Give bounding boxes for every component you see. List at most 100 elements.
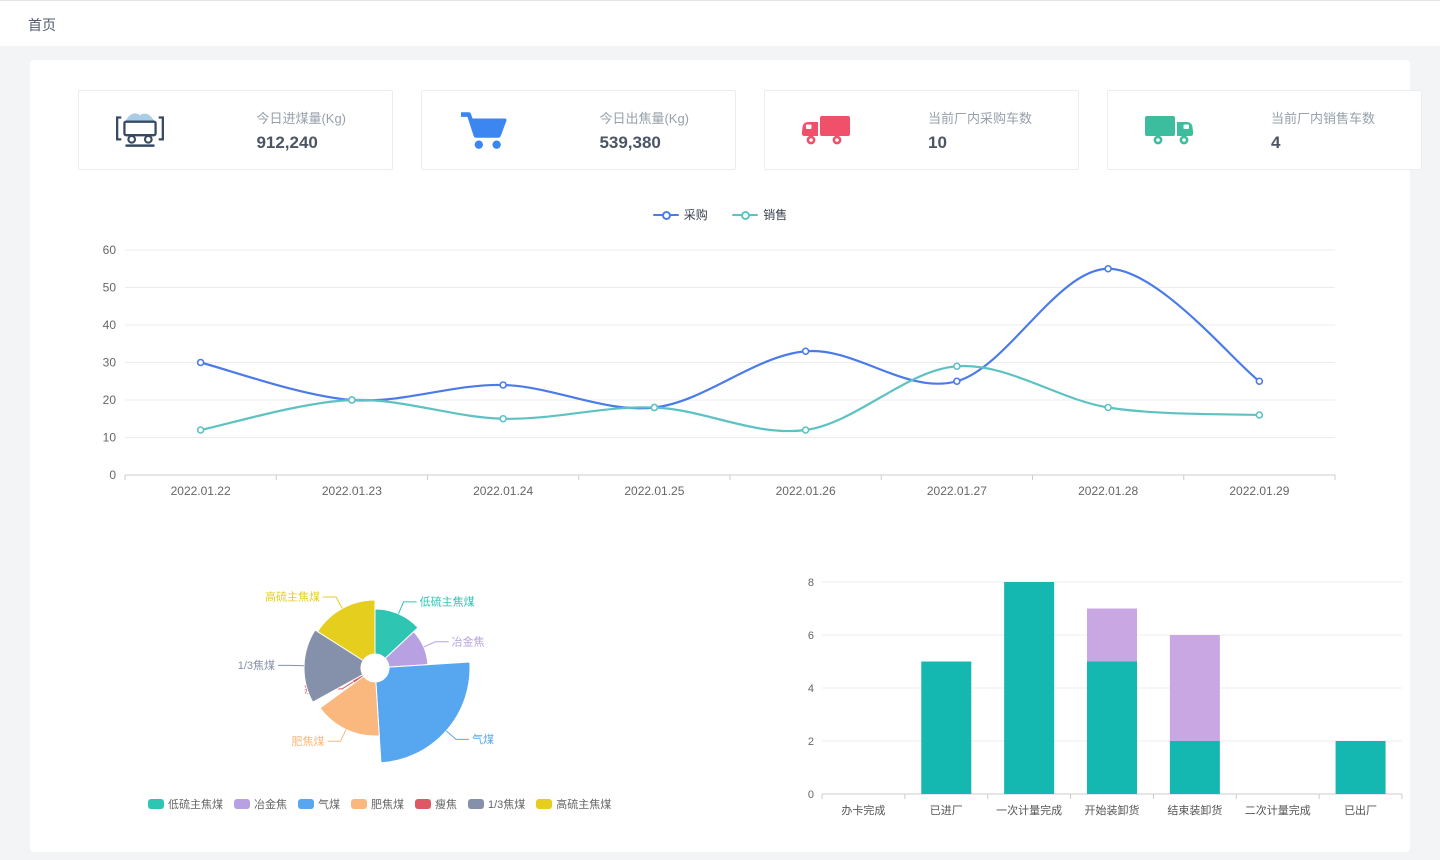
stat-card-label: 今日进煤量(Kg) — [256, 108, 346, 127]
svg-text:20: 20 — [103, 393, 117, 407]
truck-left-icon — [799, 108, 853, 152]
mine-cart-icon — [113, 108, 167, 152]
stat-cards-row: 今日进煤量(Kg) 912,240 今日出焦量(Kg) 539,380 — [78, 90, 1422, 170]
svg-text:2022.01.26: 2022.01.26 — [776, 484, 836, 498]
bar-segment — [1087, 662, 1137, 795]
pie-legend-item[interactable]: 冶金焦 — [234, 796, 287, 812]
stat-card-value: 539,380 — [599, 133, 689, 153]
svg-text:2022.01.29: 2022.01.29 — [1229, 484, 1289, 498]
line-chart-legend: 采购 销售 — [30, 206, 1410, 224]
bar-segment — [921, 662, 971, 795]
line-series-marker-icon — [653, 209, 679, 221]
line-point — [500, 382, 506, 388]
line-point — [500, 416, 506, 422]
pie-legend-item[interactable]: 低硫主焦煤 — [148, 796, 223, 812]
legend-swatch — [351, 799, 367, 809]
legend-label: 气煤 — [318, 796, 340, 812]
pie-legend-item[interactable]: 肥焦煤 — [351, 796, 404, 812]
bar-segment — [1004, 582, 1054, 794]
pie-label: 1/3焦煤 — [238, 659, 275, 672]
pie-label-line — [424, 642, 449, 647]
legend-item-purchase[interactable]: 采购 — [653, 206, 708, 223]
pie-legend: 低硫主焦煤冶金焦 气煤 肥焦煤 瘦焦 1/3焦煤高硫主焦煤 — [148, 796, 708, 818]
legend-label: 采购 — [684, 206, 708, 223]
svg-text:30: 30 — [103, 356, 117, 370]
svg-text:2022.01.24: 2022.01.24 — [473, 484, 533, 498]
svg-text:已进厂: 已进厂 — [930, 804, 963, 817]
pie-label: 气煤 — [472, 732, 494, 746]
stat-card-text: 今日出焦量(Kg) 539,380 — [599, 108, 689, 153]
legend-label: 肥焦煤 — [371, 796, 404, 812]
pie-slice — [376, 662, 470, 763]
svg-text:2022.01.22: 2022.01.22 — [171, 484, 231, 498]
line-point — [1105, 405, 1111, 411]
svg-text:50: 50 — [103, 281, 117, 295]
legend-swatch — [468, 799, 484, 809]
bar-segment — [1170, 635, 1220, 741]
coal-type-rose-chart: 低硫主焦煤冶金焦气煤肥焦煤瘦焦1/3焦煤高硫主焦煤 — [120, 555, 640, 790]
svg-text:已出厂: 已出厂 — [1344, 803, 1377, 817]
legend-label: 1/3焦煤 — [488, 796, 525, 812]
line-point — [1105, 266, 1111, 272]
stat-card-label: 今日出焦量(Kg) — [599, 108, 689, 127]
bar-segment — [1087, 609, 1137, 662]
pie-legend-item[interactable]: 瘦焦 — [415, 796, 457, 812]
bar-segment — [1336, 741, 1386, 794]
line-point — [1256, 378, 1262, 384]
pie-legend-item[interactable]: 高硫主焦煤 — [536, 796, 611, 812]
legend-item-sales[interactable]: 销售 — [732, 206, 787, 223]
pie-label: 肥焦煤 — [292, 735, 325, 748]
svg-text:60: 60 — [103, 243, 117, 257]
pie-label-line — [328, 730, 347, 742]
legend-label: 销售 — [763, 206, 787, 223]
stat-card-sales-trucks: 当前厂内销售车数 4 — [1107, 90, 1422, 170]
stat-card-coke-out: 今日出焦量(Kg) 539,380 — [421, 90, 736, 170]
stat-card-coal-in: 今日进煤量(Kg) 912,240 — [78, 90, 393, 170]
stat-card-label: 当前厂内采购车数 — [928, 108, 1032, 127]
svg-text:二次计量完成: 二次计量完成 — [1245, 803, 1311, 817]
svg-text:0: 0 — [808, 789, 814, 801]
legend-swatch — [415, 799, 431, 809]
pie-label-line — [398, 602, 416, 614]
pie-label-line — [446, 731, 469, 740]
stat-card-label: 当前厂内销售车数 — [1271, 108, 1375, 127]
breadcrumb-home[interactable]: 首页 — [28, 15, 56, 35]
bar-segment — [1170, 741, 1220, 794]
legend-swatch — [148, 799, 164, 809]
stat-card-text: 今日进煤量(Kg) 912,240 — [256, 108, 346, 153]
line-point — [198, 427, 204, 433]
line-point — [803, 348, 809, 354]
shopping-cart-icon — [456, 108, 510, 152]
pie-legend-item[interactable]: 1/3焦煤 — [468, 796, 525, 812]
legend-label: 低硫主焦煤 — [168, 796, 223, 812]
stat-card-value: 4 — [1271, 133, 1375, 153]
line-series-marker-icon — [732, 209, 758, 221]
svg-text:6: 6 — [808, 630, 814, 642]
legend-swatch — [536, 799, 552, 809]
vehicle-status-bar-chart: 02468办卡完成已进厂一次计量完成开始装卸货结束装卸货二次计量完成已出厂 — [790, 560, 1410, 818]
line-point — [803, 427, 809, 433]
pie-label: 低硫主焦煤 — [420, 594, 475, 608]
svg-text:2022.01.23: 2022.01.23 — [322, 484, 382, 498]
stat-card-value: 10 — [928, 133, 1032, 153]
legend-swatch — [298, 799, 314, 809]
line-point — [954, 378, 960, 384]
stat-card-value: 912,240 — [256, 133, 346, 153]
svg-text:一次计量完成: 一次计量完成 — [996, 803, 1062, 817]
pie-label-line — [323, 597, 342, 608]
line-series-0 — [201, 269, 1260, 409]
svg-text:开始装卸货: 开始装卸货 — [1085, 803, 1140, 817]
line-point — [651, 405, 657, 411]
svg-text:办卡完成: 办卡完成 — [841, 803, 885, 817]
pie-legend-item[interactable]: 气煤 — [298, 796, 340, 812]
truck-right-icon — [1142, 108, 1196, 152]
line-point — [954, 363, 960, 369]
line-point — [1256, 412, 1262, 418]
legend-label: 瘦焦 — [435, 796, 457, 812]
stat-card-purchase-trucks: 当前厂内采购车数 10 — [764, 90, 1079, 170]
stat-card-text: 当前厂内销售车数 4 — [1271, 108, 1375, 153]
svg-text:0: 0 — [109, 468, 116, 482]
svg-text:结束装卸货: 结束装卸货 — [1167, 803, 1222, 817]
svg-text:4: 4 — [808, 683, 814, 695]
svg-text:40: 40 — [103, 318, 117, 332]
